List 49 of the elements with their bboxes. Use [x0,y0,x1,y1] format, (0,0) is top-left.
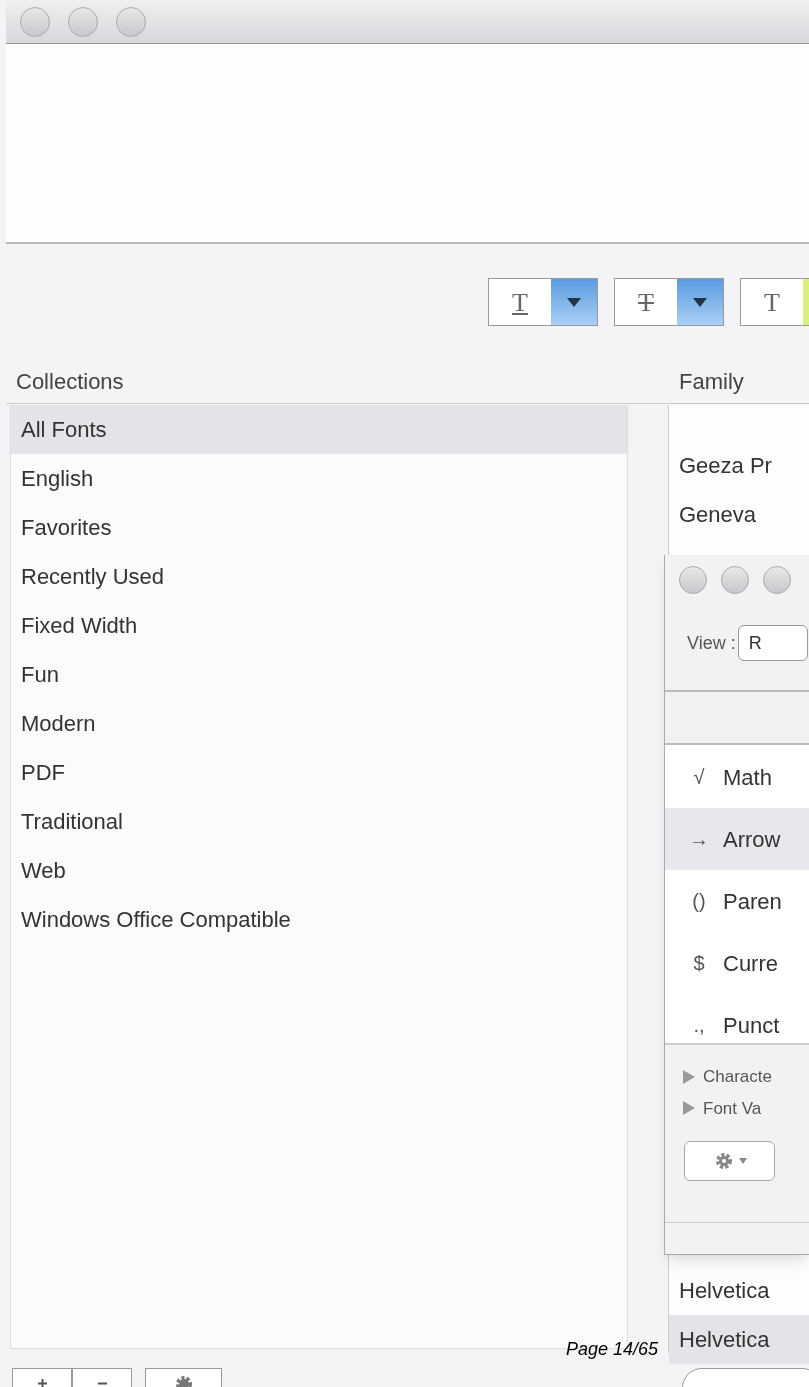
family-item[interactable]: Helvetica [669,1315,809,1364]
category-label: Punct [723,1011,780,1040]
collection-item[interactable]: Windows Office Compatible [11,895,627,944]
disclosure-row[interactable]: Font Va [683,1095,772,1121]
collections-header: Collections [16,368,124,396]
category-item[interactable]: $ Curre [665,932,809,994]
caret-icon [738,1158,747,1164]
collection-item[interactable]: Fun [11,650,627,699]
family-item[interactable]: Geneva [669,490,809,539]
collection-item[interactable]: Recently Used [11,552,627,601]
collection-item[interactable]: All Fonts [11,405,627,454]
page-number: Page 14/65 [566,1338,659,1361]
gear-menu-button[interactable] [684,1141,775,1181]
dropdown-button[interactable] [677,279,723,325]
collection-item[interactable]: English [11,454,627,503]
family-item[interactable]: Helvetica [669,1266,809,1315]
category-label: Math [723,763,772,792]
category-symbol: () [691,889,707,914]
category-item[interactable]: () Paren [665,870,809,932]
disclosure-row[interactable]: Characte [683,1064,772,1090]
category-symbol: ., [692,1013,706,1038]
close-button[interactable] [20,6,50,37]
category-symbol: √ [692,765,706,790]
collection-item[interactable]: Favorites [11,503,627,552]
category-symbol: $ [692,951,706,976]
dropdown-button[interactable] [551,279,597,325]
collection-item[interactable]: PDF [11,748,627,797]
caret-icon [693,297,707,307]
view-label: View : [686,631,736,655]
category-item[interactable]: √ Math [665,746,809,808]
caret-icon [567,297,581,307]
zoom-button[interactable] [116,6,146,37]
view-popup[interactable]: R [737,625,808,661]
category-label: Arrow [723,825,781,854]
disclosure-label: Font Va [703,1097,762,1120]
category-label: Curre [723,949,778,978]
collection-item[interactable]: Modern [11,699,627,748]
disclosure-label: Characte [703,1066,772,1088]
collection-item[interactable]: Traditional [11,797,627,846]
collection-item[interactable]: Web [11,846,627,895]
category-item[interactable]: ., Punct [665,994,809,1056]
minimize-button[interactable] [68,6,98,37]
category-symbol: → [688,827,710,852]
collection-item[interactable]: Fixed Width [11,601,627,650]
plus-icon [37,1379,47,1387]
family-item[interactable]: Geeza Pr [669,441,809,490]
category-label: Paren [723,887,782,916]
family-header: Family [679,368,744,396]
category-item[interactable]: → Arrow [665,808,809,870]
